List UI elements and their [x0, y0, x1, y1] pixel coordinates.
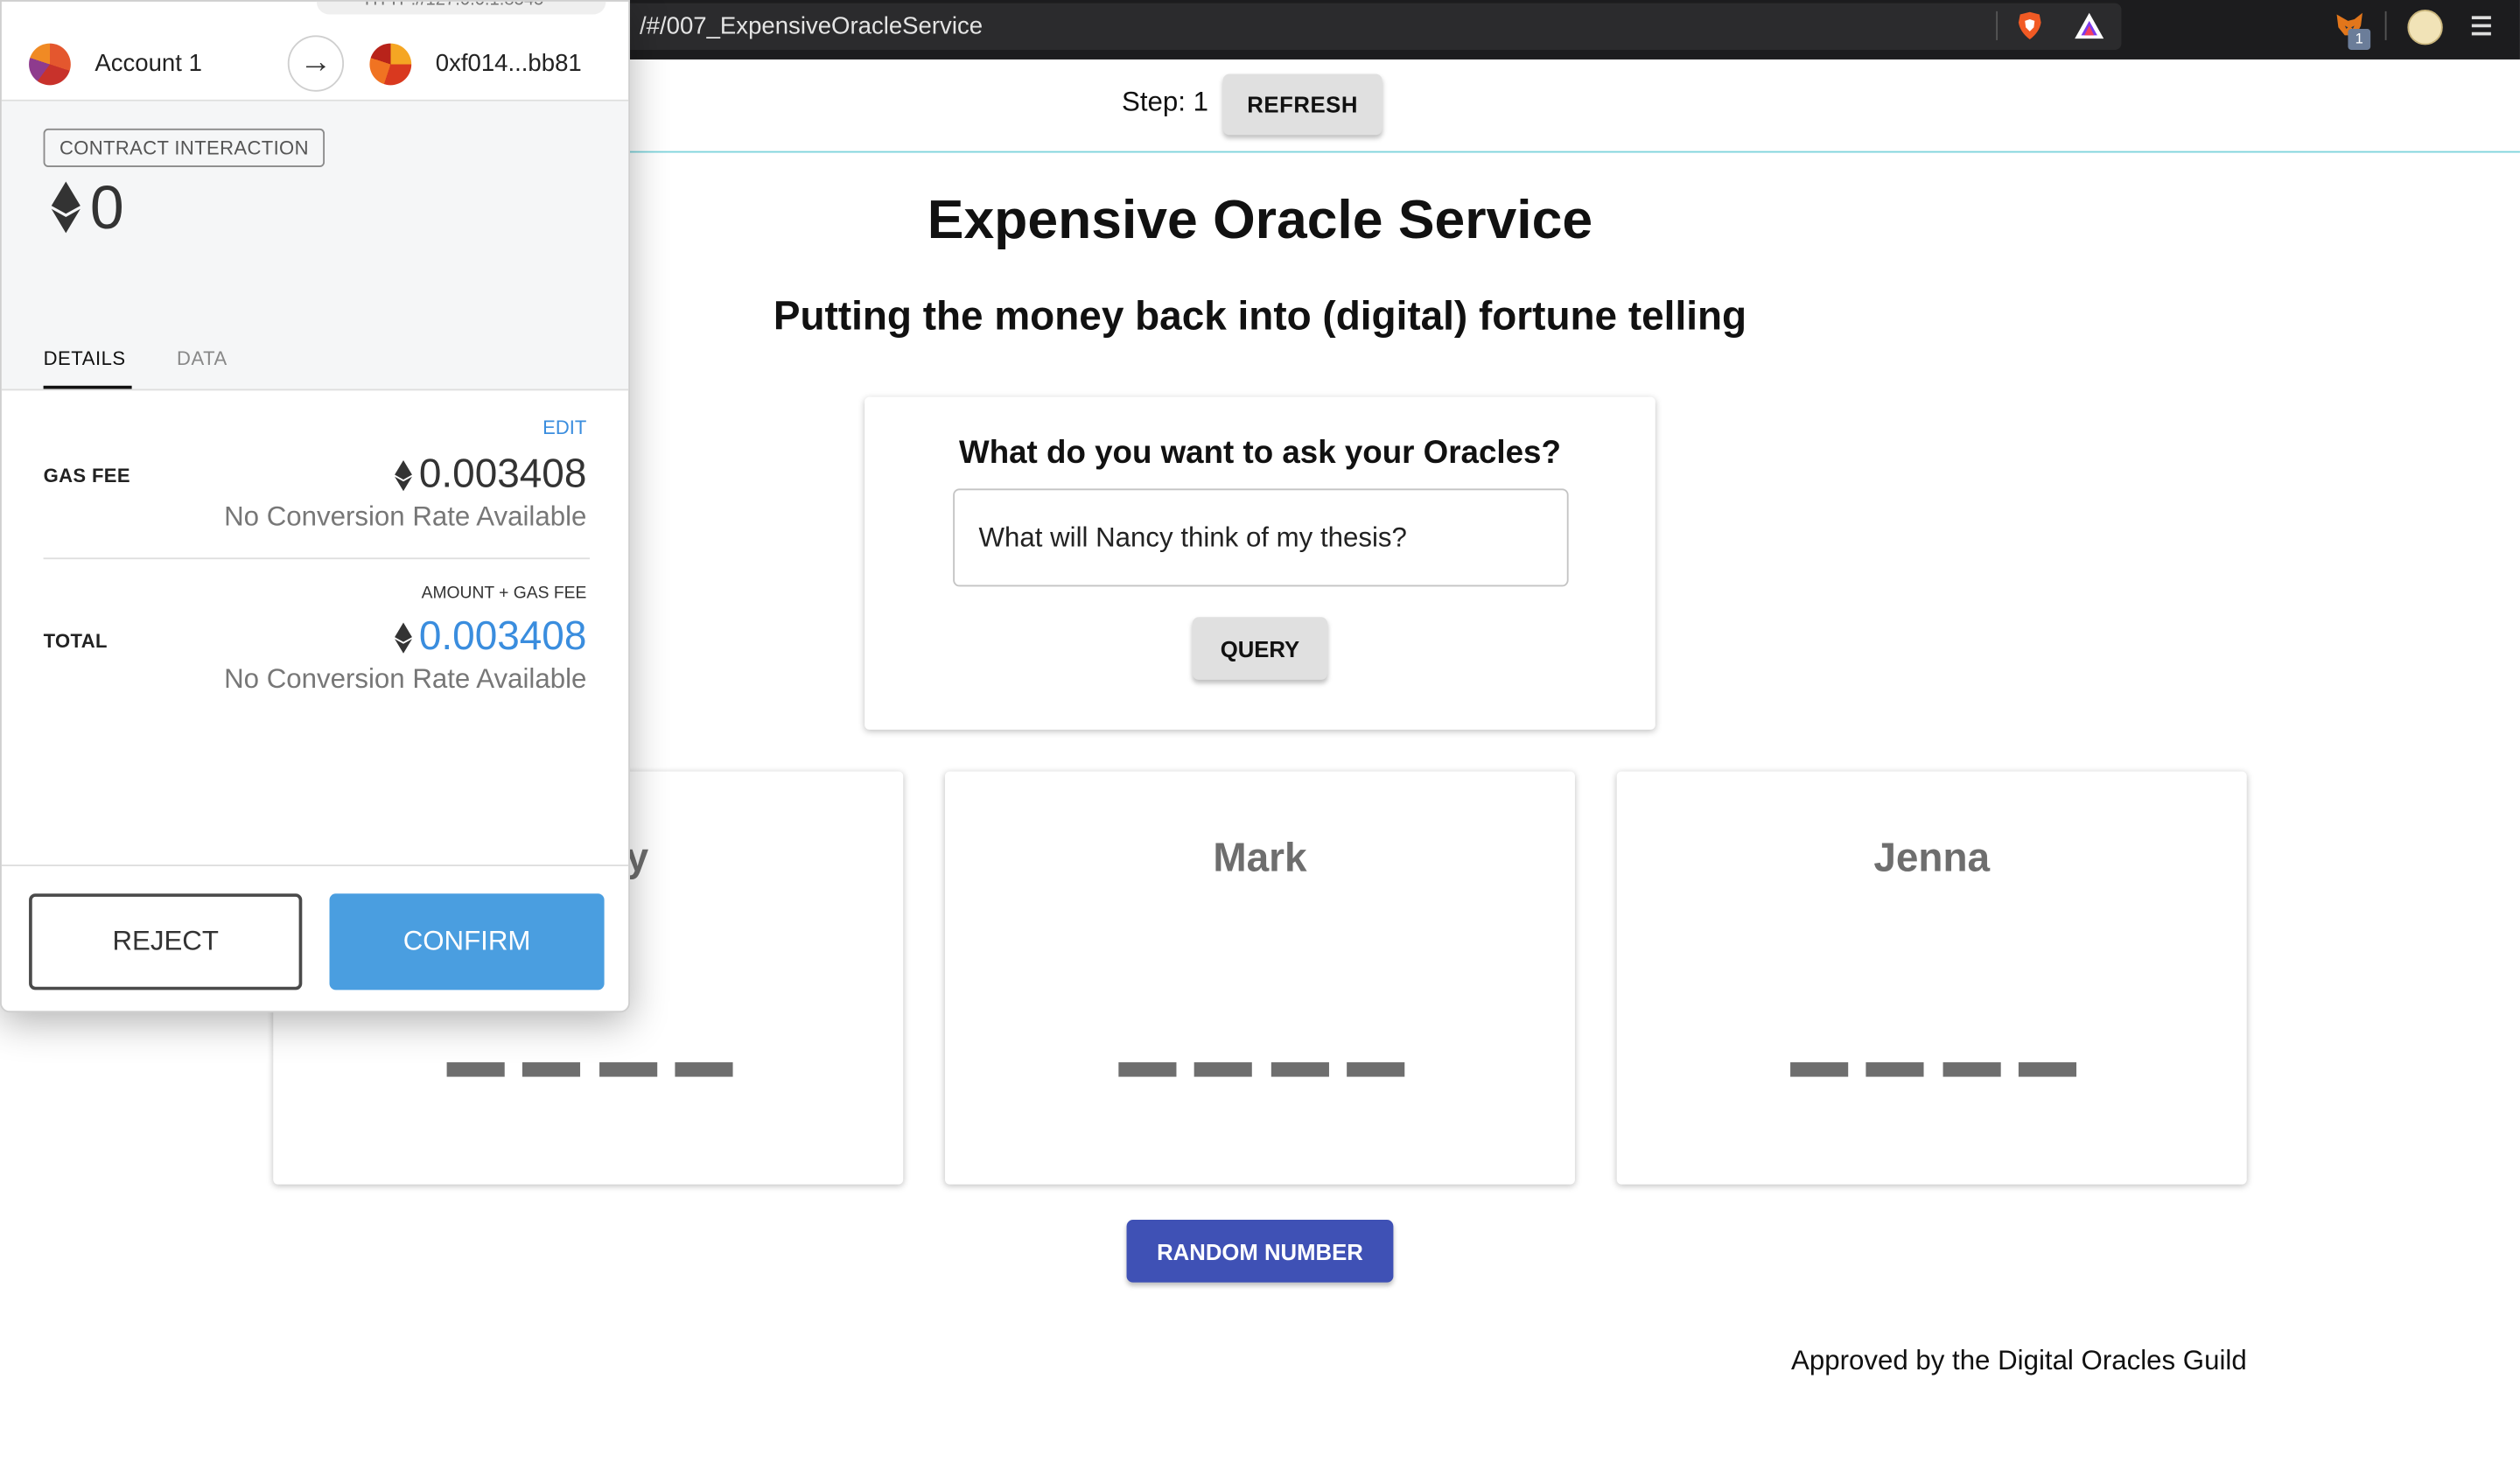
question-card: What do you want to ask your Oracles? QU… — [864, 396, 1656, 730]
divider — [43, 557, 591, 560]
confirm-button[interactable]: CONFIRM — [329, 893, 605, 990]
recipient-identicon — [369, 43, 412, 86]
oracle-answer-placeholder — [446, 1062, 733, 1077]
question-label: What do you want to ask your Oracles? — [959, 435, 1561, 472]
ethereum-icon — [51, 181, 80, 234]
transaction-summary: CONTRACT INTERACTION 0 DETAILS DATA — [1, 101, 629, 391]
oracle-card-jenna: Jenna — [1616, 771, 2247, 1185]
query-button[interactable]: QUERY — [1192, 617, 1328, 680]
random-number-button[interactable]: RANDOM NUMBER — [1126, 1220, 1394, 1283]
oracle-name: Mark — [1213, 836, 1307, 881]
gas-fee-amount: 0.003408 — [418, 452, 587, 497]
ethereum-icon — [394, 459, 412, 491]
total-amount: 0.003408 — [418, 613, 587, 660]
arrow-right-icon: → — [287, 35, 345, 92]
total-conversion: No Conversion Rate Available — [224, 663, 587, 695]
header-divider — [629, 150, 2520, 153]
edit-gas-link[interactable]: EDIT — [542, 416, 586, 439]
oracle-card-mark: Mark — [944, 771, 1575, 1185]
brave-rewards-icon[interactable] — [2073, 11, 2105, 40]
extension-badge: 1 — [2348, 29, 2371, 50]
address-bar[interactable]: /#/007_ExpensiveOracleService — [610, 3, 2122, 50]
total-label: TOTAL — [43, 629, 108, 653]
footer-divider — [1, 864, 629, 866]
ethereum-icon — [394, 621, 412, 653]
profile-avatar[interactable] — [2407, 10, 2443, 46]
contract-interaction-badge: CONTRACT INTERACTION — [43, 128, 326, 168]
oracle-answer-placeholder — [1118, 1062, 1405, 1077]
oracle-name: Jenna — [1873, 836, 1991, 881]
origin-pill: HTTP://127.0.0.1:8545 — [316, 1, 606, 15]
brave-shields-icon[interactable] — [2015, 11, 2044, 40]
toolbar-separator — [1996, 10, 1998, 40]
recipient-address[interactable]: 0xf014...bb81 — [436, 50, 582, 77]
gas-fee-value: 0.003408 — [393, 452, 586, 498]
tab-data[interactable]: DATA — [177, 347, 228, 370]
gas-fee-label: GAS FEE — [43, 464, 130, 487]
oracle-answer-placeholder — [1790, 1062, 2076, 1077]
refresh-button[interactable]: REFRESH — [1222, 74, 1382, 136]
step-indicator: Step: 1 — [1122, 87, 1208, 118]
account-name: Account 1 — [94, 49, 202, 78]
question-input[interactable] — [953, 488, 1569, 587]
gas-fee-conversion: No Conversion Rate Available — [224, 501, 587, 532]
screen: /#/007_ExpensiveOracleService 1 Step: 1 … — [0, 0, 2520, 1462]
url-text[interactable]: /#/007_ExpensiveOracleService — [640, 13, 983, 40]
amount-gas-label: AMOUNT + GAS FEE — [421, 583, 587, 603]
tab-details[interactable]: DETAILS — [43, 347, 132, 389]
toolbar-separator — [2384, 10, 2387, 40]
footer-text: Approved by the Digital Oracles Guild — [1791, 1345, 2247, 1376]
reject-button[interactable]: REJECT — [29, 893, 303, 990]
metamask-account-header: Account 1 → 0xf014...bb81 — [1, 27, 629, 102]
total-value: 0.003408 — [393, 614, 586, 661]
account-identicon — [29, 43, 71, 86]
metamask-popup: HTTP://127.0.0.1:8545 Account 1 → 0xf014… — [0, 0, 630, 1013]
menu-icon[interactable] — [2471, 11, 2491, 40]
transaction-amount: 0 — [89, 175, 124, 243]
